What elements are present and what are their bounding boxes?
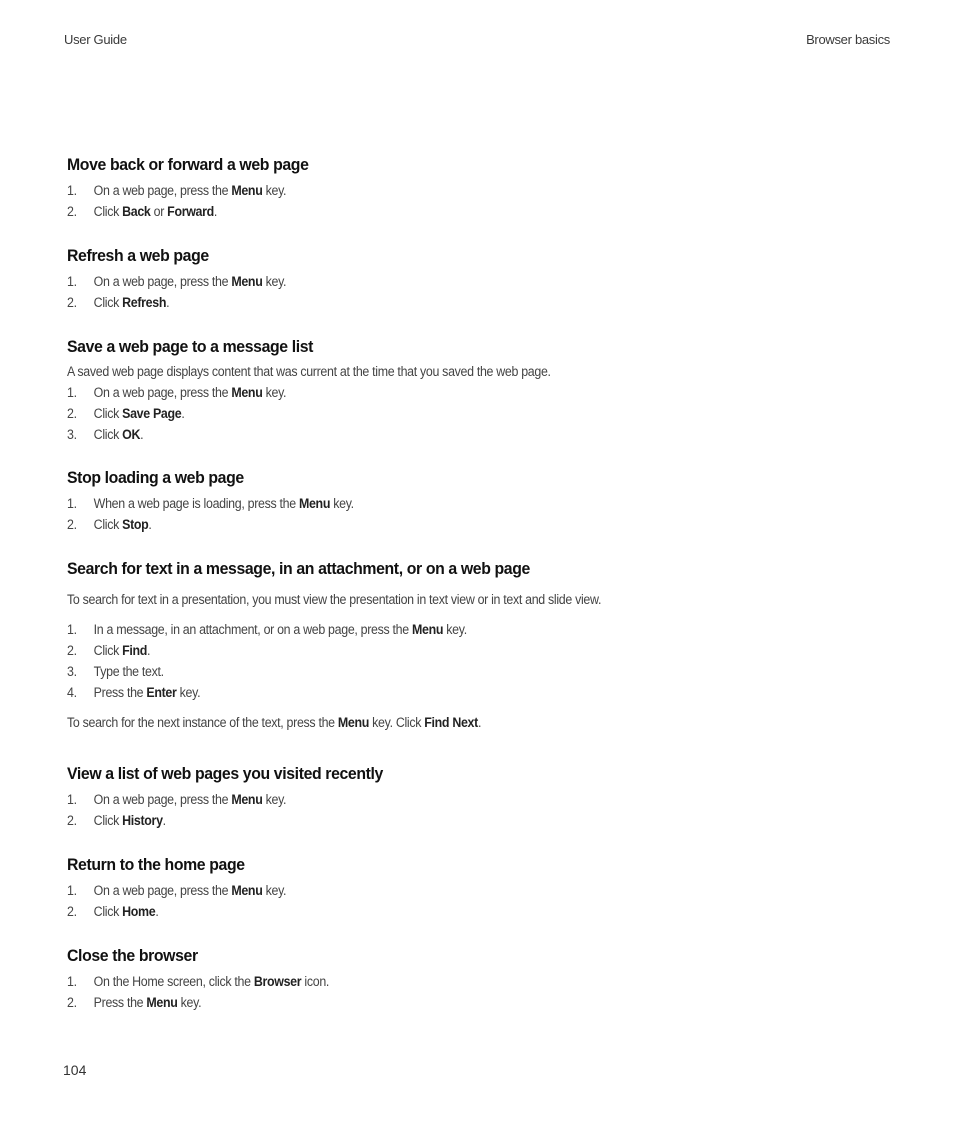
steps-list: 1. When a web page is loading, press the … — [67, 493, 379, 535]
step: 1. On a web page, press the Menu key. — [67, 792, 287, 807]
section-title: Save a web page to a message list — [67, 337, 314, 356]
page-number: 104 — [63, 1062, 87, 1078]
section-close-browser: Close the browser 1. On the Home screen, … — [67, 945, 352, 1013]
step: 2. Click Refresh. — [67, 295, 170, 310]
step: 1. On a web page, press the Menu key. — [67, 385, 287, 400]
steps-list: 1. On a web page, press the Menu key. 2. C… — [67, 271, 305, 313]
step: 2. Click Save Page. — [67, 406, 185, 421]
section-refresh: Refresh a web page 1. On a web page, pres… — [67, 245, 305, 313]
running-header-right: Browser basics — [806, 32, 890, 47]
step: 1. When a web page is loading, press the … — [67, 496, 354, 511]
step: 1. On a web page, press the Menu key. — [67, 883, 287, 898]
section-search-text: Search for text in a message, in an atta… — [67, 558, 648, 733]
section-title: Move back or forward a web page — [67, 155, 309, 174]
step: 2. Click Find. — [67, 643, 151, 658]
step: 2. Click Back or Forward. — [67, 204, 218, 219]
step: 2. Click History. — [67, 813, 166, 828]
section-title: Close the browser — [67, 946, 198, 965]
section-title: Return to the home page — [67, 855, 245, 874]
steps-list: 1. On the Home screen, click the Browser … — [67, 971, 352, 1013]
step: 1. On the Home screen, click the Browser … — [67, 974, 330, 989]
section-home-page: Return to the home page 1. On a web page,… — [67, 854, 305, 922]
steps-list: 1. On a web page, press the Menu key. 2. C… — [67, 382, 593, 445]
step: 3. Type the text. — [67, 664, 164, 679]
section-stop-loading: Stop loading a web page 1. When a web pag… — [67, 467, 379, 535]
section-title: View a list of web pages you visited rec… — [67, 764, 383, 783]
steps-list: 1. In a message, in an attachment, or on … — [67, 619, 648, 703]
step: 2. Press the Menu key. — [67, 995, 202, 1010]
section-history: View a list of web pages you visited rec… — [67, 763, 407, 831]
steps-list: 1. On a web page, press the Menu key. 2. C… — [67, 180, 327, 222]
section-intro: A saved web page displays content that w… — [67, 364, 551, 379]
running-header-left: User Guide — [64, 32, 127, 47]
steps-list: 1. On a web page, press the Menu key. 2. C… — [67, 880, 305, 922]
step: 1. On a web page, press the Menu key. — [67, 183, 287, 198]
section-move-back-forward: Move back or forward a web page 1. On a w… — [67, 154, 327, 222]
section-title: Refresh a web page — [67, 246, 209, 265]
step: 3. Click OK. — [67, 427, 144, 442]
section-outro: To search for the next instance of the t… — [67, 715, 482, 730]
section-save-page: Save a web page to a message list A save… — [67, 336, 593, 445]
section-title: Search for text in a message, in an atta… — [67, 559, 530, 578]
step: 4. Press the Enter key. — [67, 685, 201, 700]
section-title: Stop loading a web page — [67, 468, 244, 487]
section-intro: To search for text in a presentation, yo… — [67, 592, 602, 607]
steps-list: 1. On a web page, press the Menu key. 2. C… — [67, 789, 407, 831]
step: 1. In a message, in an attachment, or on … — [67, 622, 467, 637]
step: 2. Click Home. — [67, 904, 159, 919]
step: 2. Click Stop. — [67, 517, 152, 532]
step: 1. On a web page, press the Menu key. — [67, 274, 287, 289]
